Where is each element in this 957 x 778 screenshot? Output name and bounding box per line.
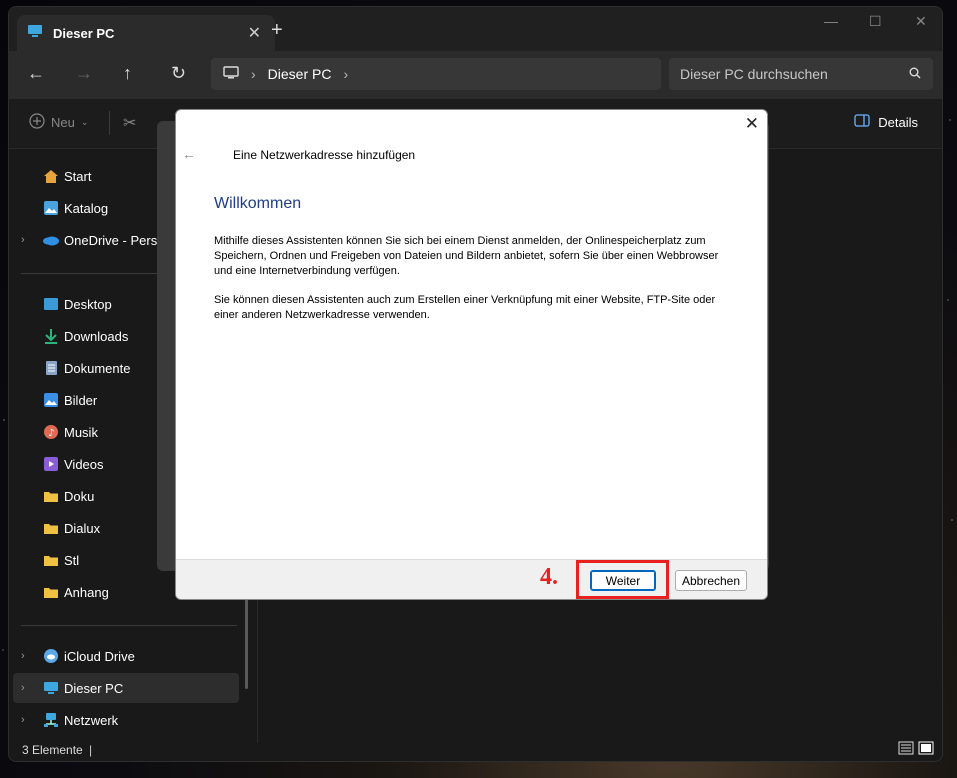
sidebar-item-label: Downloads	[64, 328, 129, 344]
back-arrow-icon[interactable]: ←	[27, 63, 45, 84]
close-window-icon[interactable]: ✕	[915, 13, 927, 30]
sidebar-item-dieser-pc[interactable]: › Dieser PC	[13, 673, 239, 703]
add-network-location-dialog: ✕ ← Eine Netzwerkadresse hinzufügen Will…	[175, 109, 768, 600]
refresh-icon[interactable]: ↻	[171, 63, 186, 84]
sidebar-item-label: iCloud Drive	[64, 648, 135, 664]
status-separator: |	[89, 743, 93, 757]
tiles-view-icon[interactable]	[918, 741, 934, 758]
close-tab-icon[interactable]: ✕	[248, 23, 261, 43]
new-label: Neu	[51, 115, 75, 130]
sidebar-item-label: Videos	[64, 456, 104, 472]
plus-circle-icon	[29, 113, 45, 132]
sidebar-item-label: Desktop	[64, 296, 112, 312]
folder-icon	[42, 551, 60, 569]
folder-icon	[42, 487, 60, 505]
sidebar-item-label: Katalog	[64, 200, 109, 216]
minimize-icon[interactable]: —	[824, 13, 838, 29]
new-button[interactable]: Neu ⌄	[29, 113, 88, 132]
sidebar-item-label: Musik	[64, 424, 98, 440]
search-input[interactable]: Dieser PC durchsuchen	[669, 58, 933, 90]
sidebar-item-label: Bilder	[64, 392, 98, 408]
status-bar: 3 Elemente |	[9, 741, 942, 761]
chevron-right-icon[interactable]: ›	[21, 714, 25, 726]
up-arrow-icon[interactable]: ↑	[123, 63, 132, 84]
dialog-title: Eine Netzwerkadresse hinzufügen	[233, 148, 416, 162]
view-switcher	[898, 741, 934, 758]
svg-text:♪: ♪	[48, 428, 54, 439]
address-bar[interactable]: › Dieser PC ›	[211, 58, 661, 90]
sidebar-item-label: Dokumente	[64, 360, 131, 376]
sidebar-item-label: Doku	[64, 488, 95, 504]
cancel-button[interactable]: Abbrechen	[675, 570, 747, 591]
sidebar-item-label: Dieser PC	[64, 680, 124, 696]
home-icon	[42, 167, 60, 185]
dialog-paragraph: Sie können diesen Assistenten auch zum E…	[214, 294, 716, 321]
scissors-icon[interactable]: ✂	[123, 113, 136, 133]
new-tab-button[interactable]: +	[271, 19, 283, 42]
music-icon: ♪	[42, 423, 60, 441]
navigation-bar: ← → ↑ ↻ › Dieser PC › Dieser PC durchsuc…	[9, 51, 942, 99]
sidebar-item-netzwerk[interactable]: › Netzwerk	[9, 705, 239, 735]
icloud-icon	[42, 647, 60, 665]
onedrive-icon	[42, 231, 60, 249]
document-icon	[42, 359, 60, 377]
chevron-right-icon[interactable]: ›	[21, 682, 25, 694]
computer-icon	[27, 24, 43, 43]
chevron-down-icon: ⌄	[80, 117, 89, 127]
dialog-paragraph: Mithilfe dieses Assistenten können Sie s…	[214, 235, 719, 277]
chevron-right-icon[interactable]: ›	[343, 66, 348, 82]
details-view-icon[interactable]	[898, 741, 914, 758]
maximize-icon[interactable]: ☐	[869, 13, 882, 30]
sidebar-item-icloud[interactable]: › iCloud Drive	[9, 641, 239, 671]
back-arrow-icon[interactable]: ←	[182, 146, 196, 162]
step-annotation: 4.	[540, 564, 558, 590]
details-pane-icon	[854, 114, 870, 130]
sidebar-divider	[21, 625, 237, 626]
sidebar-item-label: Dialux	[64, 520, 101, 536]
desktop-icon	[42, 295, 60, 313]
chevron-right-icon[interactable]: ›	[251, 66, 256, 82]
sidebar-item-label: Netzwerk	[64, 712, 119, 728]
computer-icon	[223, 65, 239, 83]
download-icon	[42, 327, 60, 345]
sidebar-item-label: Start	[64, 168, 92, 184]
tab-label: Dieser PC	[53, 25, 115, 41]
computer-icon	[42, 679, 60, 697]
sidebar-item-label: Stl	[64, 552, 80, 568]
network-icon	[42, 711, 60, 729]
gallery-icon	[42, 199, 60, 217]
item-count: 3 Elemente	[22, 743, 83, 757]
search-placeholder: Dieser PC durchsuchen	[680, 66, 828, 82]
dialog-heading: Willkommen	[214, 195, 302, 212]
dialog-footer: 4. Weiter Abbrechen	[176, 559, 767, 599]
close-icon[interactable]: ✕	[745, 114, 759, 134]
next-button[interactable]: Weiter	[590, 570, 656, 591]
videos-icon	[42, 455, 60, 473]
details-button[interactable]: Details	[854, 114, 918, 130]
folder-icon	[42, 519, 60, 537]
toolbar-divider	[109, 111, 110, 135]
chevron-right-icon[interactable]: ›	[21, 650, 25, 662]
search-icon[interactable]	[909, 66, 921, 82]
details-label: Details	[878, 114, 918, 130]
forward-arrow-icon[interactable]: →	[75, 63, 93, 84]
folder-icon	[42, 583, 60, 601]
breadcrumb-dieser-pc[interactable]: Dieser PC	[268, 66, 332, 82]
sidebar-item-label: Anhang	[64, 584, 109, 600]
pictures-icon	[42, 391, 60, 409]
chevron-right-icon[interactable]: ›	[21, 234, 25, 246]
tab-dieser-pc[interactable]: Dieser PC ✕	[17, 15, 275, 51]
title-bar: Dieser PC ✕ + — ☐ ✕	[9, 7, 942, 51]
